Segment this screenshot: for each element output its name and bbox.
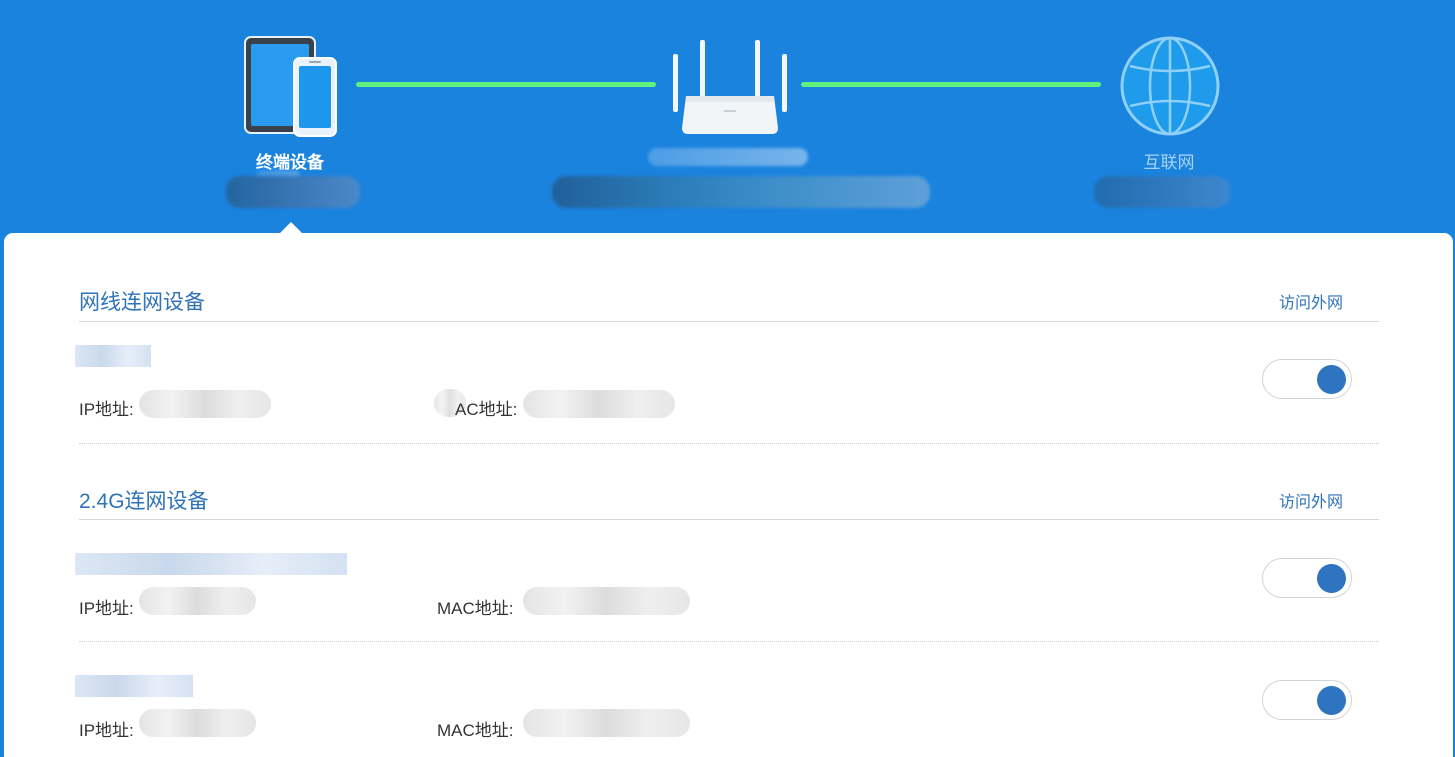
device-name-mask [75, 345, 151, 367]
section-divider [79, 519, 1379, 520]
router-info-mask [552, 176, 930, 208]
internet-node[interactable]: 互联网 [1094, 30, 1230, 220]
toggle-knob [1317, 365, 1346, 394]
terminal-info-mask [226, 176, 360, 208]
network-topology: 终端设备 互联网 [0, 0, 1455, 236]
section-title-wired: 网线连网设备 [79, 291, 205, 314]
device-name-mask [75, 675, 193, 697]
router-icon [673, 40, 787, 134]
mac-address-label: AC地址: [455, 400, 518, 419]
ip-address-label: IP地址: [79, 599, 134, 618]
wired-access-internet-link[interactable]: 访问外网 [1279, 289, 1343, 313]
ip-address-mask [139, 587, 256, 615]
row-divider [79, 641, 1379, 642]
device-name-mask [75, 553, 347, 575]
terminal-devices-node[interactable]: 终端设备 [226, 30, 360, 220]
internet-access-toggle[interactable] [1262, 359, 1352, 399]
terminal-router-link [356, 82, 656, 87]
internet-label: 互联网 [1143, 153, 1195, 172]
internet-info-mask [1094, 176, 1230, 208]
mac-address-mask [523, 390, 675, 418]
mac-address-label: MAC地址: [437, 599, 514, 618]
router-internet-link [801, 82, 1101, 87]
router-name-mask [648, 148, 808, 166]
globe-icon [1120, 36, 1220, 136]
mac-address-label: MAC地址: [437, 721, 514, 740]
toggle-knob [1317, 564, 1346, 593]
mac-address-mask [523, 709, 690, 737]
router-node[interactable] [552, 30, 930, 220]
internet-access-toggle[interactable] [1262, 680, 1352, 720]
ip-address-label: IP地址: [79, 721, 134, 740]
ip-address-mask [139, 709, 256, 737]
ip-address-mask [139, 390, 271, 418]
ip-address-label: IP地址: [79, 400, 134, 419]
section-divider [79, 321, 1379, 322]
device-list-panel: 网线连网设备 访问外网 IP地址: AC地址: 2.4G连网设备 访问外网 IP… [4, 233, 1453, 757]
2-4g-access-internet-link[interactable]: 访问外网 [1279, 488, 1343, 512]
toggle-knob [1317, 686, 1346, 715]
section-title-2-4g: 2.4G连网设备 [79, 490, 209, 513]
internet-access-toggle[interactable] [1262, 558, 1352, 598]
mac-address-mask [523, 587, 690, 615]
tablet-phone-icon [244, 36, 337, 137]
row-divider [79, 443, 1379, 444]
